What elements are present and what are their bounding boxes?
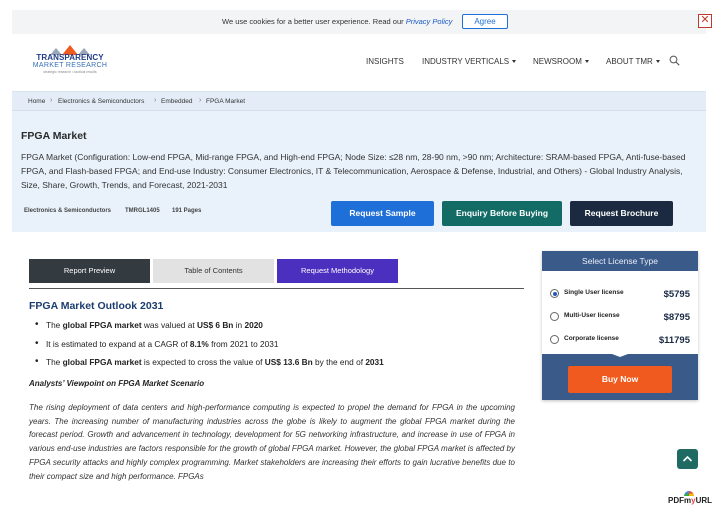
- radio-corporate[interactable]: [550, 335, 559, 344]
- nav-industry-label: INDUSTRY VERTICALS: [422, 57, 510, 66]
- notch-decoration: [604, 351, 636, 357]
- nav-insights[interactable]: INSIGHTS: [366, 57, 404, 66]
- logo-line2: MARKET RESEARCH: [32, 62, 108, 69]
- analyst-heading: Analysts’ Viewpoint on FPGA Market Scena…: [29, 379, 205, 388]
- search-icon[interactable]: [669, 55, 680, 66]
- watermark-brand: PDFmyURL: [668, 496, 713, 505]
- breadcrumb: Home › Electronics & Semiconductors › Em…: [12, 92, 706, 111]
- cookie-text: We use cookies for a better user experie…: [222, 17, 406, 26]
- tab-table-of-contents[interactable]: Table of Contents: [153, 259, 274, 283]
- chevron-right-icon: ›: [50, 97, 53, 104]
- report-description: FPGA Market (Configuration: Low-end FPGA…: [21, 152, 686, 190]
- nav-about[interactable]: ABOUT TMR: [606, 57, 660, 66]
- breadcrumb-home[interactable]: Home: [28, 98, 45, 105]
- license-option-corporate[interactable]: Corporate license $11795: [542, 331, 698, 353]
- nav-about-label: ABOUT TMR: [606, 57, 653, 66]
- radio-multi[interactable]: [550, 312, 559, 321]
- buy-now-button[interactable]: Buy Now: [568, 366, 672, 393]
- tab-report-preview[interactable]: Report Preview: [29, 259, 150, 283]
- chevron-right-icon: ›: [199, 97, 202, 104]
- breadcrumb-current: FPGA Market: [206, 98, 246, 105]
- section-title: FPGA Market Outlook 2031: [29, 300, 164, 312]
- cookie-banner: We use cookies for a better user experie…: [12, 10, 712, 34]
- radio-single[interactable]: [550, 289, 559, 298]
- breadcrumb-subcategory[interactable]: Embedded: [161, 98, 192, 105]
- license-price: $5795: [663, 289, 690, 300]
- report-code: TMRGL1405: [125, 208, 160, 214]
- report-category: Electronics & Semiconductors: [24, 208, 112, 214]
- request-sample-button[interactable]: Request Sample: [331, 201, 434, 226]
- license-price: $11795: [658, 335, 690, 346]
- analyst-paragraph: The rising deployment of data centers an…: [29, 403, 515, 481]
- nav-newsroom[interactable]: NEWSROOM: [533, 57, 589, 66]
- tab-divider: [29, 288, 524, 289]
- license-price: $8795: [663, 312, 690, 323]
- nav-insights-label: INSIGHTS: [366, 57, 404, 66]
- close-icon[interactable]: ✕: [698, 14, 712, 28]
- chevron-down-icon: [655, 60, 660, 64]
- license-selector: Select License Type Single User license …: [542, 251, 698, 400]
- license-name: Single User license: [564, 289, 624, 296]
- license-option-multi[interactable]: Multi-User license $8795: [542, 308, 698, 330]
- chevron-down-icon: [512, 60, 517, 64]
- enquiry-button[interactable]: Enquiry Before Buying: [442, 201, 562, 226]
- breadcrumb-category[interactable]: Electronics & Semiconductors: [58, 98, 144, 105]
- nav-newsroom-label: NEWSROOM: [533, 57, 582, 66]
- cookie-message: We use cookies for a better user experie…: [222, 17, 452, 26]
- nav-industry-verticals[interactable]: INDUSTRY VERTICALS: [422, 57, 517, 66]
- chevron-right-icon: ›: [154, 97, 157, 104]
- list-item: The global FPGA market was valued at US$…: [33, 317, 523, 336]
- key-facts-list: The global FPGA market was valued at US$…: [33, 317, 523, 373]
- license-name: Multi-User license: [564, 312, 620, 319]
- license-name: Corporate license: [564, 335, 619, 342]
- scroll-to-top-button[interactable]: [677, 449, 698, 469]
- chevron-down-icon: [584, 60, 589, 64]
- tab-request-methodology[interactable]: Request Methodology: [277, 259, 398, 283]
- license-option-single[interactable]: Single User license $5795: [542, 285, 698, 307]
- license-header: Select License Type: [542, 251, 698, 271]
- list-item: The global FPGA market is expected to cr…: [33, 354, 523, 373]
- logo-tagline: strategic research • tactical results: [43, 70, 97, 74]
- list-item: It is estimated to expand at a CAGR of 8…: [33, 336, 523, 355]
- report-pages: 191 Pages: [172, 208, 202, 214]
- agree-button[interactable]: Agree: [462, 14, 508, 29]
- report-header-panel: Home › Electronics & Semiconductors › Em…: [12, 91, 706, 232]
- request-brochure-button[interactable]: Request Brochure: [570, 201, 673, 226]
- chevron-up-icon: [682, 455, 693, 462]
- logo-line1: TRANSPARENCY: [36, 53, 104, 62]
- privacy-policy-link[interactable]: Privacy Policy: [406, 17, 453, 26]
- page-title: FPGA Market: [21, 130, 87, 142]
- company-logo[interactable]: TRANSPARENCY MARKET RESEARCH strategic r…: [30, 44, 110, 90]
